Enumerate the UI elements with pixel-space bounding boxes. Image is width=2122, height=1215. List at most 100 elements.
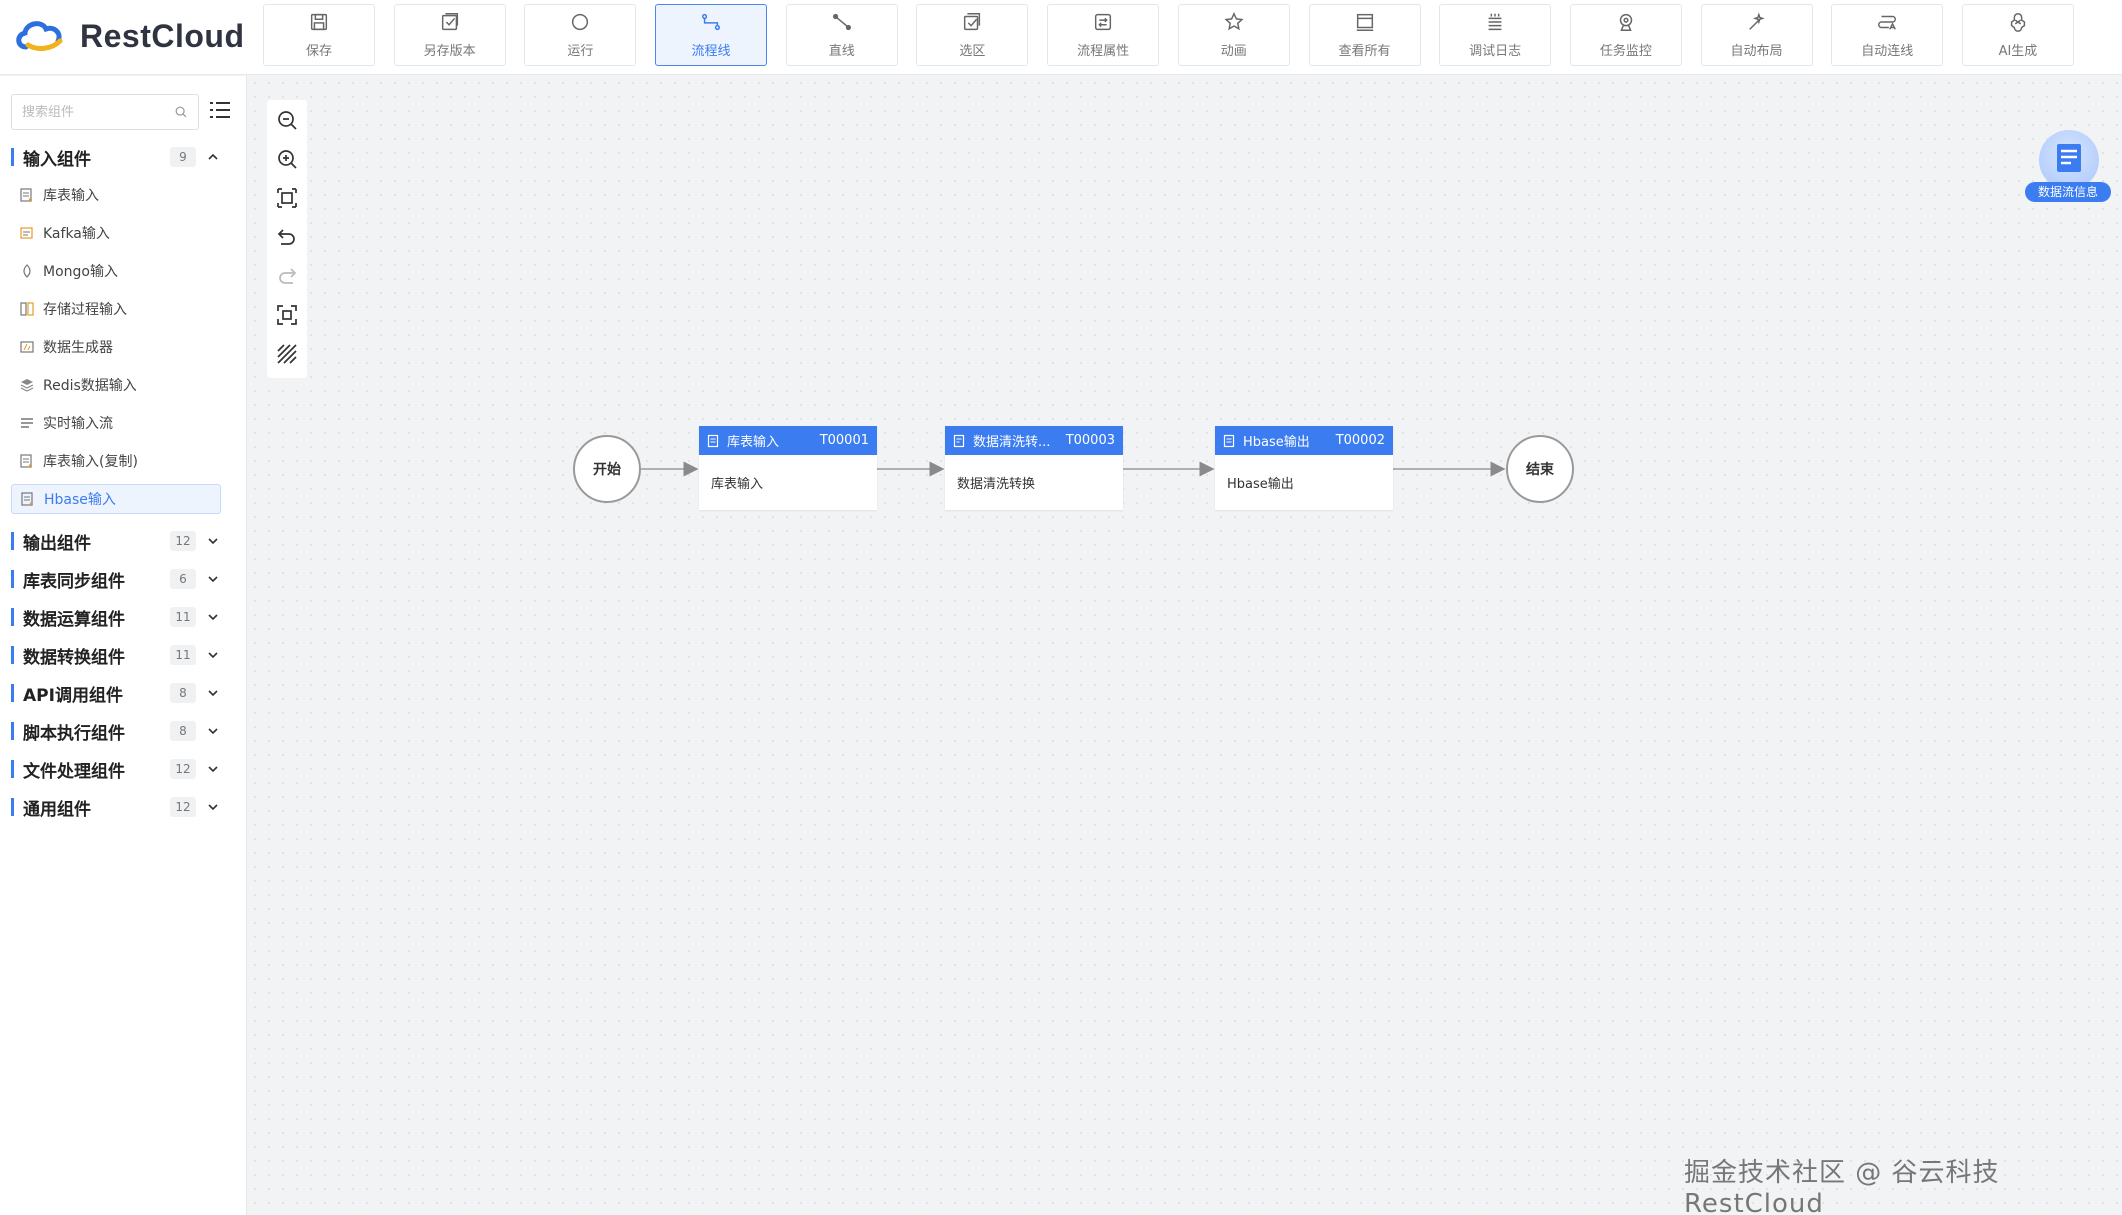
- task-node-name: 库表输入: [727, 435, 780, 450]
- group-api-call-components[interactable]: API调用组件 8: [0, 678, 247, 708]
- group-marker: [11, 532, 14, 550]
- sidebar-item-label: Mongo输入: [43, 264, 118, 280]
- sidebar-item-mongo-input[interactable]: Mongo输入: [11, 256, 221, 286]
- flow-properties-button[interactable]: 流程属性: [1047, 4, 1160, 66]
- watermark-text: 掘金技术社区 @ 谷云科技RestCloud: [1684, 1158, 2000, 1215]
- sidebar-item-hbase-input[interactable]: Hbase输入: [11, 484, 221, 514]
- task-node[interactable]: 数据清洗转... T00003 数据清洗转换: [945, 426, 1123, 510]
- flow-line-label: 流程线: [691, 44, 731, 59]
- select-area-button[interactable]: 选区: [916, 4, 1029, 66]
- start-node-label: 开始: [593, 462, 621, 478]
- data-flow-info-button[interactable]: 数据流信息: [2025, 130, 2111, 206]
- zoom-out-button[interactable]: [275, 108, 299, 132]
- task-node-description: 数据清洗转换: [957, 477, 1036, 492]
- search-icon[interactable]: [174, 105, 188, 119]
- straight-line-button[interactable]: 直线: [785, 4, 898, 66]
- hbase-input-icon: [21, 492, 34, 506]
- view-all-button[interactable]: 查看所有: [1308, 4, 1421, 66]
- auto-connect-button[interactable]: 自动连线: [1831, 4, 1944, 66]
- kafka-input-icon: [20, 227, 33, 239]
- group-data-transform-components[interactable]: 数据转换组件 11: [0, 640, 247, 670]
- group-file-components[interactable]: 文件处理组件 12: [0, 754, 247, 784]
- chevron-down-icon[interactable]: [206, 572, 220, 586]
- sidebar-item-redis-input[interactable]: Redis数据输入: [11, 370, 221, 400]
- ai-generate-button[interactable]: AI生成: [1961, 4, 2074, 66]
- group-data-compute-components[interactable]: 数据运算组件 11: [0, 602, 247, 632]
- undo-button[interactable]: [275, 225, 299, 249]
- save-button[interactable]: 保存: [263, 4, 375, 66]
- group-common-components[interactable]: 通用组件 12: [0, 792, 247, 822]
- component-search[interactable]: [11, 94, 199, 130]
- straight-line-label: 直线: [828, 44, 855, 59]
- search-input[interactable]: [22, 104, 162, 120]
- auto-layout-button[interactable]: 自动布局: [1700, 4, 1813, 66]
- group-script-components[interactable]: 脚本执行组件 8: [0, 716, 247, 746]
- fullscreen-button[interactable]: [275, 303, 299, 327]
- debug-log-button[interactable]: 调试日志: [1439, 4, 1552, 66]
- flow-canvas[interactable]: 开始 库表输入 T00001 库表输入 数据清洗转... T00003 数据清洗…: [248, 76, 2122, 1215]
- animation-button[interactable]: 动画: [1177, 4, 1290, 66]
- ai-generate-icon: [2007, 11, 2029, 37]
- undo-icon: [277, 229, 295, 245]
- fit-view-button[interactable]: [275, 186, 299, 210]
- flow-properties-icon: [1092, 11, 1114, 37]
- chevron-down-icon[interactable]: [206, 648, 220, 662]
- save-version-button[interactable]: 另存版本: [393, 4, 506, 66]
- sidebar-item-realtime-stream[interactable]: 实时输入流: [11, 408, 221, 438]
- list-view-icon[interactable]: [208, 98, 232, 122]
- restcloud-logo-icon: [16, 21, 63, 51]
- run-button[interactable]: 运行: [524, 4, 637, 66]
- group-count: 11: [170, 645, 196, 665]
- chevron-down-icon[interactable]: [206, 686, 220, 700]
- chevron-down-icon[interactable]: [206, 724, 220, 738]
- group-title: 文件处理组件: [23, 761, 125, 782]
- grid-pattern-button[interactable]: [275, 342, 299, 366]
- sidebar-item-kafka-input[interactable]: Kafka输入: [11, 218, 221, 248]
- fullscreen-icon: [277, 305, 297, 325]
- table-input-copy-icon: [20, 454, 33, 468]
- task-node-id: T00003: [1065, 433, 1115, 448]
- run-icon: [569, 11, 591, 37]
- group-count: 12: [170, 759, 196, 779]
- auto-layout-label: 自动布局: [1730, 44, 1783, 59]
- sidebar-item-data-generator[interactable]: 数据生成器: [11, 332, 221, 362]
- flow-line-button[interactable]: 流程线: [655, 4, 768, 66]
- task-node-header: 数据清洗转... T00003: [945, 426, 1123, 455]
- component-sidebar: 输入组件 9 库表输入 Kafka输入 Mongo输入 存储过程输入 数据生成器…: [0, 76, 247, 1215]
- app-header: RestCloud 保存 另存版本 运行 流程线 直线 选区 流程属性 动画 查…: [0, 0, 2122, 75]
- group-count: 11: [170, 607, 196, 627]
- redo-button[interactable]: [275, 264, 299, 288]
- chevron-down-icon[interactable]: [206, 534, 220, 548]
- group-title: 数据运算组件: [23, 609, 125, 630]
- task-node[interactable]: 库表输入 T00001 库表输入: [699, 426, 877, 510]
- group-output-components[interactable]: 输出组件 12: [0, 526, 247, 556]
- canvas-toolbar: [267, 100, 307, 378]
- chevron-down-icon[interactable]: [206, 800, 220, 814]
- sidebar-item-stored-procedure-input[interactable]: 存储过程输入: [11, 294, 221, 324]
- group-title: 输入组件: [23, 149, 91, 170]
- task-node[interactable]: Hbase输出 T00002 Hbase输出: [1215, 426, 1393, 510]
- start-node[interactable]: 开始: [573, 435, 641, 503]
- chevron-up-icon[interactable]: [206, 150, 220, 164]
- auto-layout-icon: [1746, 11, 1768, 37]
- group-input-components[interactable]: 输入组件 9: [0, 142, 247, 172]
- zoom-in-button[interactable]: [275, 147, 299, 171]
- main-toolbar: 保存 另存版本 运行 流程线 直线 选区 流程属性 动画 查看所有 调试日志 任…: [263, 4, 2093, 66]
- chevron-down-icon[interactable]: [206, 610, 220, 624]
- task-node-id: T00001: [819, 433, 869, 448]
- data-generator-icon: [20, 341, 34, 353]
- chevron-down-icon[interactable]: [206, 762, 220, 776]
- save-icon: [308, 11, 330, 37]
- redo-icon: [279, 268, 297, 284]
- zoom-in-icon: [278, 150, 297, 169]
- task-node-description: Hbase输出: [1227, 477, 1294, 492]
- task-monitor-icon: [1615, 11, 1637, 37]
- group-table-sync-components[interactable]: 库表同步组件 6: [0, 564, 247, 594]
- task-monitor-button[interactable]: 任务监控: [1569, 4, 1682, 66]
- group-marker: [11, 798, 14, 816]
- sidebar-item-table-input-copy[interactable]: 库表输入(复制): [11, 446, 221, 476]
- task-node-header: Hbase输出 T00002: [1215, 426, 1393, 455]
- end-node[interactable]: 结束: [1506, 435, 1574, 503]
- animation-label: 动画: [1220, 44, 1247, 59]
- sidebar-item-table-input[interactable]: 库表输入: [11, 180, 221, 210]
